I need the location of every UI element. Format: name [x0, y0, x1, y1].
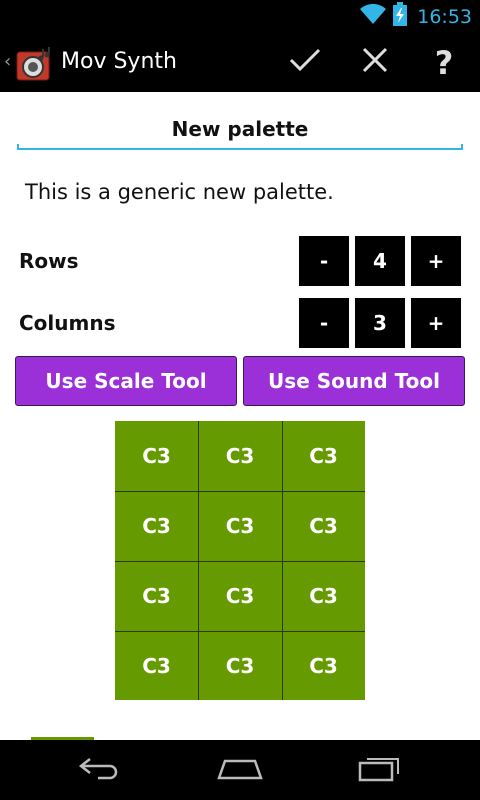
rows-decrement-button[interactable]: - — [299, 236, 349, 286]
recent-apps-button[interactable] — [330, 740, 430, 800]
back-icon — [78, 755, 122, 786]
recent-apps-icon — [357, 754, 403, 787]
rows-value: 4 — [355, 236, 405, 286]
rows-stepper: - 4 + — [299, 236, 462, 286]
back-button[interactable] — [50, 740, 150, 800]
status-time: 16:53 — [417, 5, 472, 28]
grid-cell-r1-c3[interactable]: C3 — [282, 421, 365, 491]
status-bar: 16:53 — [0, 0, 480, 33]
navigation-bar — [0, 740, 480, 800]
help-button[interactable]: ? — [412, 33, 476, 92]
app-title: Mov Synth — [61, 49, 177, 74]
grid-cell-r2-c1[interactable]: C3 — [115, 491, 198, 561]
wifi-icon — [359, 3, 387, 30]
grid-cell-r1-c2[interactable]: C3 — [198, 421, 282, 491]
grid-cell-r4-c2[interactable]: C3 — [198, 631, 282, 700]
use-sound-tool-button[interactable]: Use Sound Tool — [243, 356, 465, 406]
use-scale-tool-button[interactable]: Use Scale Tool — [15, 356, 237, 406]
help-icon: ? — [434, 43, 454, 82]
mov-synth-app-icon[interactable] — [16, 47, 54, 81]
rows-label: Rows — [19, 249, 79, 273]
action-bar: ‹ Mov Synth ? — [0, 33, 480, 92]
columns-value: 3 — [355, 298, 405, 348]
columns-increment-button[interactable]: + — [411, 298, 461, 348]
columns-label: Columns — [19, 311, 116, 335]
up-caret-icon[interactable]: ‹ — [4, 51, 11, 72]
grid-cell-r3-c2[interactable]: C3 — [198, 561, 282, 631]
grid-divider — [115, 631, 365, 632]
palette-name-underline — [17, 144, 463, 150]
grid-cell-r2-c3[interactable]: C3 — [282, 491, 365, 561]
grid-cell-r1-c1[interactable]: C3 — [115, 421, 198, 491]
palette-description: This is a generic new palette. — [25, 180, 334, 204]
status-icons: 16:53 — [359, 2, 472, 31]
home-button[interactable] — [190, 740, 290, 800]
cancel-button[interactable] — [343, 33, 407, 92]
grid-cell-r4-c3[interactable]: C3 — [282, 631, 365, 700]
grid-cell-r3-c1[interactable]: C3 — [115, 561, 198, 631]
palette-name-text: New palette — [171, 117, 309, 141]
grid-divider — [115, 561, 365, 562]
battery-charging-icon — [393, 2, 408, 31]
columns-stepper: - 3 + — [299, 298, 462, 348]
confirm-button[interactable] — [273, 33, 337, 92]
home-icon — [216, 755, 264, 786]
grid-divider — [115, 491, 365, 492]
checkmark-icon — [289, 47, 321, 78]
palette-grid: C3 C3 C3 C3 C3 C3 C3 C3 C3 C3 C3 C3 — [115, 421, 365, 700]
close-icon — [362, 47, 388, 78]
grid-cell-r3-c3[interactable]: C3 — [282, 561, 365, 631]
grid-cell-r2-c2[interactable]: C3 — [198, 491, 282, 561]
grid-cell-r4-c1[interactable]: C3 — [115, 631, 198, 700]
rows-increment-button[interactable]: + — [411, 236, 461, 286]
palette-name-field[interactable]: New palette — [17, 110, 463, 150]
columns-decrement-button[interactable]: - — [299, 298, 349, 348]
